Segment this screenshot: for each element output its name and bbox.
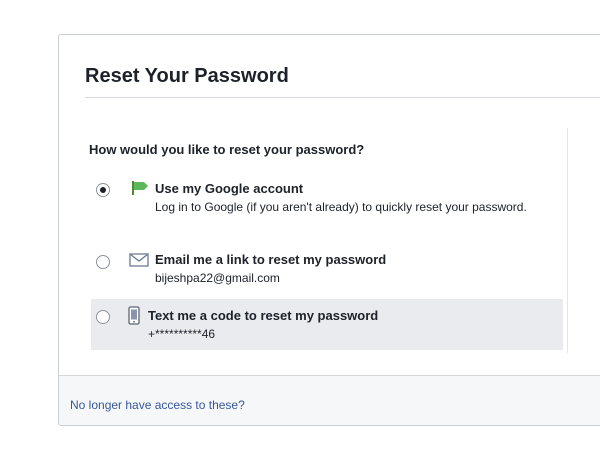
masked-phone-number: +**********46 (148, 327, 216, 341)
email-link-radio[interactable] (96, 255, 110, 269)
option-google-account[interactable]: Use my Google account Log in to Google (… (91, 175, 563, 233)
dialog-title: Reset Your Password (85, 65, 289, 87)
text-code-title: Text me a code to reset my password (148, 308, 379, 323)
google-account-title: Use my Google account (155, 181, 304, 196)
text-code-radio[interactable] (96, 310, 110, 324)
reset-password-dialog: Reset Your Password How would you like t… (58, 34, 600, 426)
google-account-radio[interactable] (96, 183, 110, 197)
envelope-icon (129, 252, 149, 268)
email-link-title: Email me a link to reset my password (155, 252, 387, 267)
reset-method-question: How would you like to reset your passwor… (89, 142, 365, 157)
content-divider (567, 128, 568, 353)
email-address: bijeshpa22@gmail.com (155, 271, 280, 285)
option-email-link[interactable]: Email me a link to reset my password bij… (91, 245, 563, 289)
no-longer-have-access-link[interactable]: No longer have access to these? (70, 398, 245, 412)
option-text-code[interactable]: Text me a code to reset my password +***… (91, 299, 563, 350)
google-account-description: Log in to Google (if you aren't already)… (155, 200, 527, 214)
google-flag-icon (129, 180, 149, 196)
dialog-footer: No longer have access to these? (59, 375, 600, 425)
mobile-phone-icon (125, 306, 145, 325)
title-divider (85, 97, 600, 98)
